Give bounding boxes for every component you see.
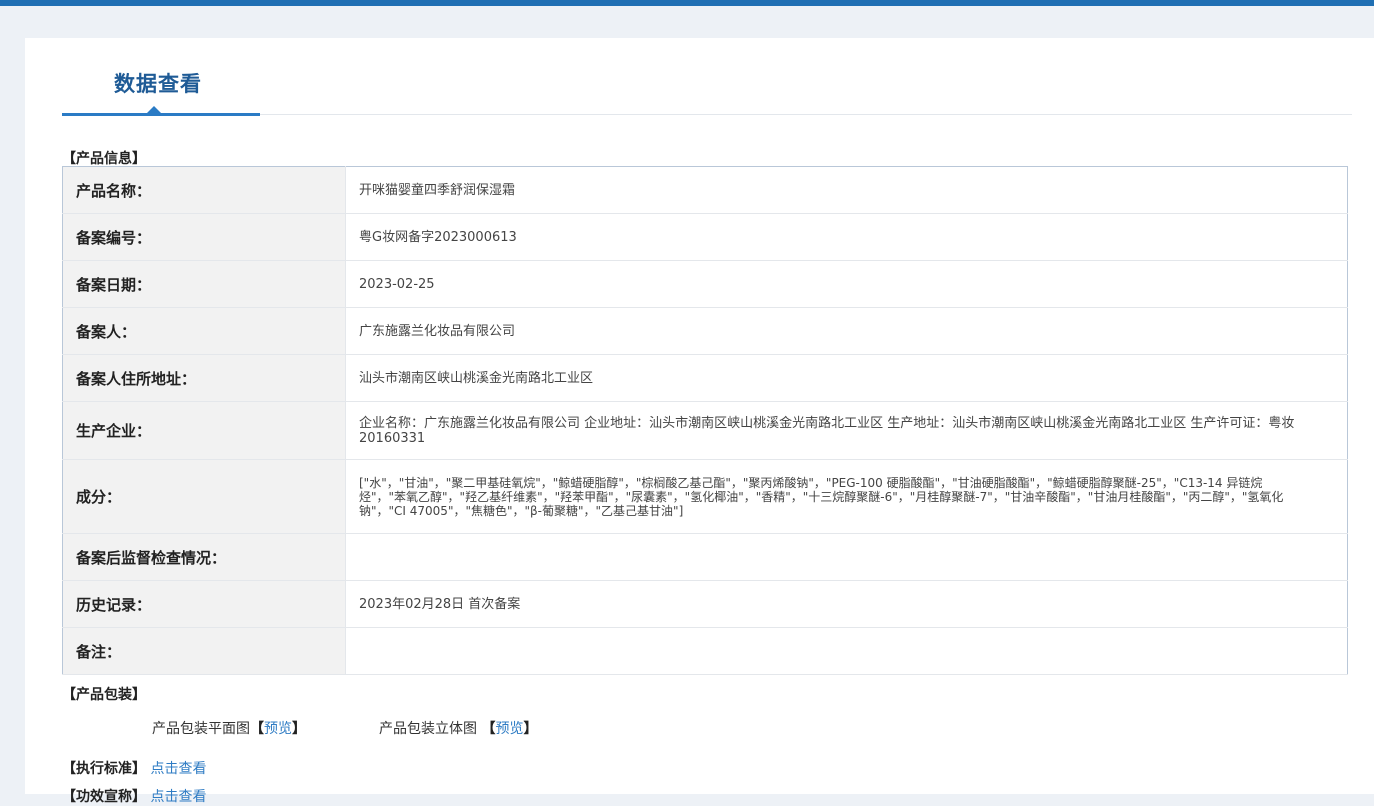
efficacy-label: 【功效宣称】 bbox=[62, 789, 146, 805]
row-value bbox=[345, 533, 1348, 581]
row-label: 备案人： bbox=[62, 307, 346, 355]
row-value: 粤G妆网备字2023000613 bbox=[345, 213, 1348, 261]
table-row: 备案编号： 粤G妆网备字2023000613 bbox=[62, 213, 1348, 261]
caret-up-icon bbox=[146, 106, 162, 114]
row-value: 广东施露兰化妆品有限公司 bbox=[345, 307, 1348, 355]
table-row: 备案日期： 2023-02-25 bbox=[62, 260, 1348, 308]
packaging-flat-item: 产品包装平面图【预览】 bbox=[152, 718, 306, 738]
row-label: 备案编号： bbox=[62, 213, 346, 261]
standard-row: 【执行标准】 点击查看 bbox=[62, 758, 206, 778]
row-value: 2023-02-25 bbox=[345, 260, 1348, 308]
standard-label: 【执行标准】 bbox=[62, 761, 146, 777]
row-value bbox=[345, 627, 1348, 675]
row-value: ["水"，"甘油"，"聚二甲基硅氧烷"，"鲸蜡硬脂醇"，"棕榈酸乙基己酯"，"聚… bbox=[345, 459, 1348, 534]
row-value: 汕头市潮南区峡山桃溪金光南路北工业区 bbox=[345, 354, 1348, 402]
row-label: 产品名称： bbox=[62, 166, 346, 214]
tab-data-view[interactable]: 数据查看 bbox=[114, 68, 202, 98]
top-header-bar bbox=[0, 0, 1374, 6]
table-row: 生产企业： 企业名称：广东施露兰化妆品有限公司 企业地址：汕头市潮南区峡山桃溪金… bbox=[62, 401, 1348, 460]
bracket-close: 】 bbox=[523, 721, 538, 737]
table-row: 备注： bbox=[62, 627, 1348, 675]
section-product-info: 【产品信息】 bbox=[62, 151, 146, 167]
table-row: 备案人： 广东施露兰化妆品有限公司 bbox=[62, 307, 1348, 355]
table-row: 成分： ["水"，"甘油"，"聚二甲基硅氧烷"，"鲸蜡硬脂醇"，"棕榈酸乙基己酯… bbox=[62, 459, 1348, 534]
table-row: 备案人住所地址： 汕头市潮南区峡山桃溪金光南路北工业区 bbox=[62, 354, 1348, 402]
packaging-stereo-item: 产品包装立体图 【预览】 bbox=[379, 718, 537, 738]
row-label: 历史记录： bbox=[62, 580, 346, 628]
row-label: 备案人住所地址： bbox=[62, 354, 346, 402]
content-panel: 数据查看 【产品信息】 产品名称： 开咪猫婴童四季舒润保湿霜 备案编号： 粤G妆… bbox=[25, 38, 1374, 805]
row-label: 备案后监督检查情况： bbox=[62, 533, 346, 581]
table-row: 历史记录： 2023年02月28日 首次备案 bbox=[62, 580, 1348, 628]
bracket-open: 【 bbox=[481, 721, 496, 737]
product-info-table: 产品名称： 开咪猫婴童四季舒润保湿霜 备案编号： 粤G妆网备字202300061… bbox=[62, 166, 1348, 675]
row-value: 企业名称：广东施露兰化妆品有限公司 企业地址：汕头市潮南区峡山桃溪金光南路北工业… bbox=[345, 401, 1348, 460]
row-label: 生产企业： bbox=[62, 401, 346, 460]
preview-stereo-link[interactable]: 预览 bbox=[495, 721, 523, 737]
efficacy-row: 【功效宣称】 点击查看 bbox=[62, 786, 206, 806]
row-label: 备案日期： bbox=[62, 260, 346, 308]
row-value: 开咪猫婴童四季舒润保湿霜 bbox=[345, 166, 1348, 214]
row-label: 成分： bbox=[62, 459, 346, 534]
table-row: 备案后监督检查情况： bbox=[62, 533, 1348, 581]
table-row: 产品名称： 开咪猫婴童四季舒润保湿霜 bbox=[62, 166, 1348, 214]
efficacy-view-link[interactable]: 点击查看 bbox=[150, 789, 206, 805]
packaging-flat-label: 产品包装平面图 bbox=[152, 721, 250, 737]
row-label: 备注： bbox=[62, 627, 346, 675]
bracket-close: 】 bbox=[292, 721, 306, 737]
row-value: 2023年02月28日 首次备案 bbox=[345, 580, 1348, 628]
section-packaging: 【产品包装】 bbox=[62, 687, 146, 703]
tab-header: 数据查看 bbox=[62, 38, 1352, 116]
packaging-stereo-label: 产品包装立体图 bbox=[379, 721, 477, 737]
preview-flat-link[interactable]: 预览 bbox=[264, 721, 292, 737]
standard-view-link[interactable]: 点击查看 bbox=[150, 761, 206, 777]
bracket-open: 【 bbox=[250, 721, 264, 737]
